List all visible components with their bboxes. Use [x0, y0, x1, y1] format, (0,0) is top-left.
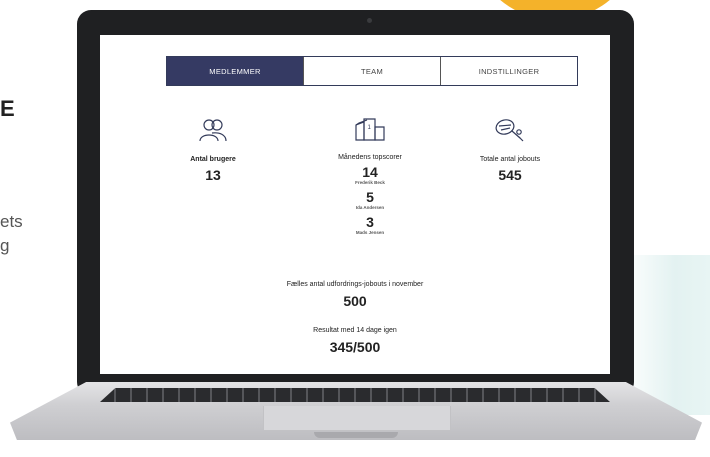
topscorer-name-1: Frederik Beck — [355, 180, 385, 185]
topscorer-name-2: Ida Andersen — [355, 205, 385, 210]
tennis-icon — [495, 119, 524, 142]
tab-bar: MEDLEMMER TEAM INDSTILLINGER — [166, 56, 578, 86]
camera-icon — [367, 18, 372, 23]
tab-medlemmer[interactable]: MEDLEMMER — [167, 57, 303, 85]
users-value: 13 — [205, 167, 221, 183]
topscorer-value-3: 3 — [366, 214, 374, 230]
laptop-trackpad — [263, 406, 451, 431]
topscorer-value-1: 14 — [362, 164, 378, 180]
svg-text:1: 1 — [368, 125, 372, 131]
stat-topscorer: 1 Månedens topscorer 14 Frederik Beck 5 … — [325, 115, 415, 236]
stat-result: Resultat med 14 dage igen 345/500 — [255, 327, 455, 355]
topscorer-value-2: 5 — [366, 189, 374, 205]
podium-icon: 1 — [355, 118, 385, 141]
side-text-line-1: ets — [0, 212, 23, 231]
challenge-label: Fælles antal udfordrings-jobouts i novem… — [286, 281, 424, 288]
result-value: 345/500 — [329, 339, 381, 355]
jobouts-value: 545 — [498, 167, 522, 183]
users-icon — [199, 119, 227, 142]
challenge-value: 500 — [343, 293, 367, 309]
laptop-base-notch — [314, 432, 398, 438]
stat-users: Antal brugere 13 — [168, 118, 258, 183]
laptop-screen: MEDLEMMER TEAM INDSTILLINGER Antal bruge… — [100, 35, 610, 374]
topscorer-label: Månedens topscorer — [338, 154, 402, 161]
tab-indstillinger[interactable]: INDSTILLINGER — [440, 57, 577, 85]
result-label: Resultat med 14 dage igen — [313, 327, 397, 334]
topscorer-name-3: Mads Jensen — [355, 230, 385, 235]
tab-team[interactable]: TEAM — [303, 57, 440, 85]
stat-challenge: Fælles antal udfordrings-jobouts i novem… — [255, 281, 455, 309]
users-label: Antal brugere — [190, 156, 236, 163]
laptop-keyboard — [100, 388, 610, 402]
stat-jobouts: Totale antal jobouts 545 — [460, 117, 560, 183]
jobouts-label: Totale antal jobouts — [479, 156, 541, 163]
side-text-line-2: g — [0, 236, 10, 255]
side-heading-fragment: E — [0, 96, 15, 121]
